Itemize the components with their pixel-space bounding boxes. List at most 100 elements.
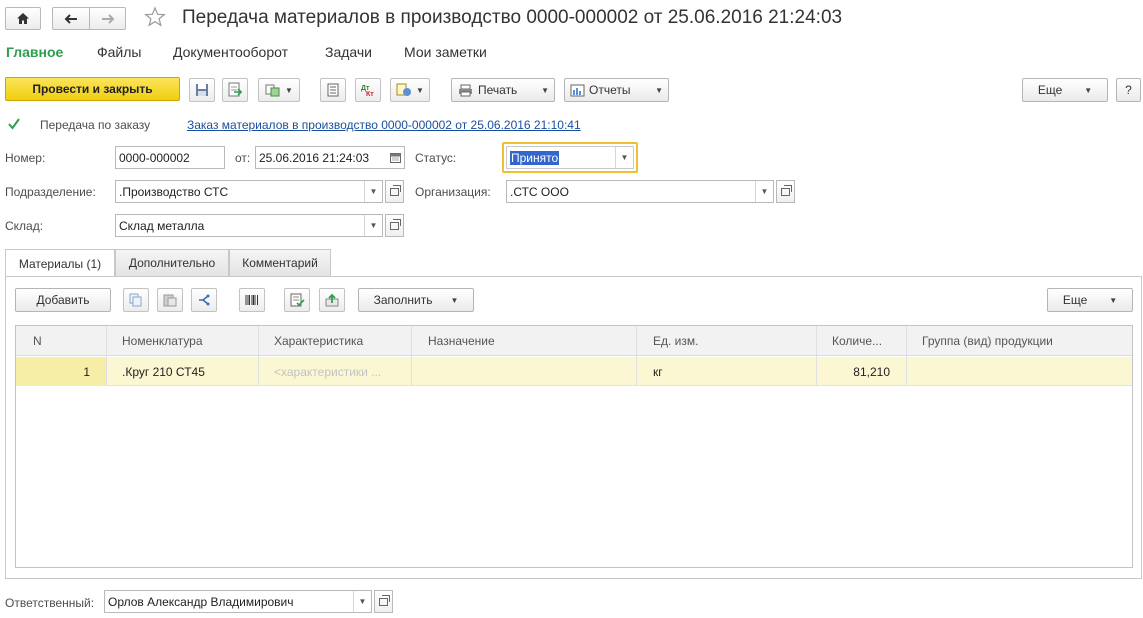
floppy-icon [196,84,208,96]
status-value: Принято [510,150,560,165]
menu-notes[interactable]: Мои заметки [404,44,487,60]
add-button[interactable]: Добавить [15,288,111,312]
chevron-down-icon: ▼ [1084,85,1093,95]
cell-nomenclature[interactable]: .Круг 210 СТ45 [122,357,205,386]
help-label: ? [1125,83,1132,97]
column-header-n[interactable]: N [33,326,42,356]
menu-files[interactable]: Файлы [97,44,141,60]
column-header-purpose[interactable]: Назначение [428,326,495,356]
svg-text:Кт: Кт [366,91,374,97]
chevron-down-icon[interactable]: ▼ [353,591,371,612]
tab-comment-label: Комментарий [242,256,318,270]
column-header-characteristic[interactable]: Характеристика [274,326,363,356]
fill-button[interactable]: Заполнить ▼ [358,288,474,312]
print-button[interactable]: Печать ▼ [451,78,555,102]
warehouse-field[interactable]: Склад металла ▼ [115,214,383,237]
back-button[interactable] [52,7,89,30]
save-button[interactable] [189,78,215,102]
column-header-product-group[interactable]: Группа (вид) продукции [922,326,1053,356]
department-field[interactable]: .Производство СТС ▼ [115,180,383,203]
column-header-unit[interactable]: Ед. изм. [653,326,698,356]
upload-button[interactable] [319,288,345,312]
menu-main[interactable]: Главное [6,44,63,60]
chevron-down-icon[interactable]: ▼ [364,181,382,202]
chevron-down-icon: ▼ [450,295,459,305]
open-window-icon [390,184,401,196]
organization-open-button[interactable] [776,180,795,203]
department-open-button[interactable] [385,180,404,203]
split-row-button[interactable] [191,288,217,312]
paste-icon [163,294,177,307]
create-based-on-button[interactable]: ▼ [258,78,300,102]
home-icon [17,13,29,24]
forward-button[interactable] [89,7,126,30]
chevron-down-icon[interactable]: ▼ [615,147,633,168]
order-checkbox[interactable] [7,117,21,131]
chevron-down-icon: ▼ [541,85,549,95]
post-and-close-button[interactable]: Провести и закрыть [5,77,180,101]
calendar-icon[interactable] [386,147,404,168]
checkmark-icon [8,118,20,130]
responsible-open-button[interactable] [374,590,393,613]
status-select[interactable]: Принято ▼ [506,146,634,169]
tab-materials-label: Материалы (1) [18,256,102,271]
related-documents-icon [396,83,412,96]
column-header-nomenclature[interactable]: Номенклатура [122,326,203,356]
menu-workflow[interactable]: Документооборот [173,44,288,60]
printer-icon [459,84,472,96]
organization-label: Организация: [415,185,491,199]
column-header-quantity[interactable]: Количе... [832,326,882,356]
warehouse-label: Склад: [5,219,44,233]
report-icon [570,84,585,96]
dt-kt-button[interactable]: Дт Кт [355,78,381,102]
organization-field[interactable]: .СТС ООО ▼ [506,180,774,203]
more-button[interactable]: Еще ▼ [1022,78,1108,102]
cell-quantity[interactable]: 81,210 [816,357,890,386]
help-button[interactable]: ? [1116,78,1141,102]
paste-button[interactable] [157,288,183,312]
copy-row-button[interactable] [123,288,149,312]
barcode-button[interactable] [239,288,265,312]
column-separator [106,326,107,386]
split-icon [199,294,210,306]
status-label: Статус: [415,151,457,165]
department-label: Подразделение: [5,185,96,199]
responsible-value: Орлов Александр Владимирович [108,594,294,609]
tab-additional[interactable]: Дополнительно [115,249,229,276]
chevron-down-icon[interactable]: ▼ [755,181,773,202]
cell-n[interactable]: 1 [16,357,90,386]
open-window-icon [781,184,792,196]
favorite-star-icon[interactable] [144,6,166,31]
warehouse-open-button[interactable] [385,214,404,237]
open-window-icon [390,218,401,230]
tab-materials[interactable]: Материалы (1) [5,249,115,277]
select-list-icon [290,293,305,307]
related-docs-button[interactable]: ▼ [390,78,430,102]
print-label: Печать [478,83,518,97]
debit-credit-icon: ДтКт [361,85,374,97]
post-button[interactable] [222,78,248,102]
order-link[interactable]: Заказ материалов в производство 0000-000… [187,118,581,132]
number-field[interactable]: 0000-000002 [115,146,225,169]
cell-unit[interactable]: кг [653,357,663,386]
copy-icon [129,293,142,307]
list-icon [327,83,339,97]
add-label: Добавить [36,293,90,307]
structure-button[interactable] [320,78,346,102]
home-button[interactable] [5,7,41,30]
column-separator [411,326,412,386]
pick-button[interactable] [284,288,310,312]
date-value: 25.06.2016 21:24:03 [259,150,370,165]
chevron-down-icon[interactable]: ▼ [364,215,382,236]
menu-tasks[interactable]: Задачи [325,44,372,60]
table-more-button[interactable]: Еще ▼ [1047,288,1133,312]
arrow-left-icon [64,13,77,24]
reports-button[interactable]: Отчеты ▼ [564,78,669,102]
department-value: .Производство СТС [119,184,229,199]
responsible-field[interactable]: Орлов Александр Владимирович ▼ [104,590,372,613]
cell-characteristic[interactable]: <характеристики ... [274,357,381,386]
fill-label: Заполнить [373,293,433,307]
chevron-down-icon: ▼ [655,85,663,95]
date-field[interactable]: 25.06.2016 21:24:03 [255,146,405,169]
tab-comment[interactable]: Комментарий [229,249,331,276]
